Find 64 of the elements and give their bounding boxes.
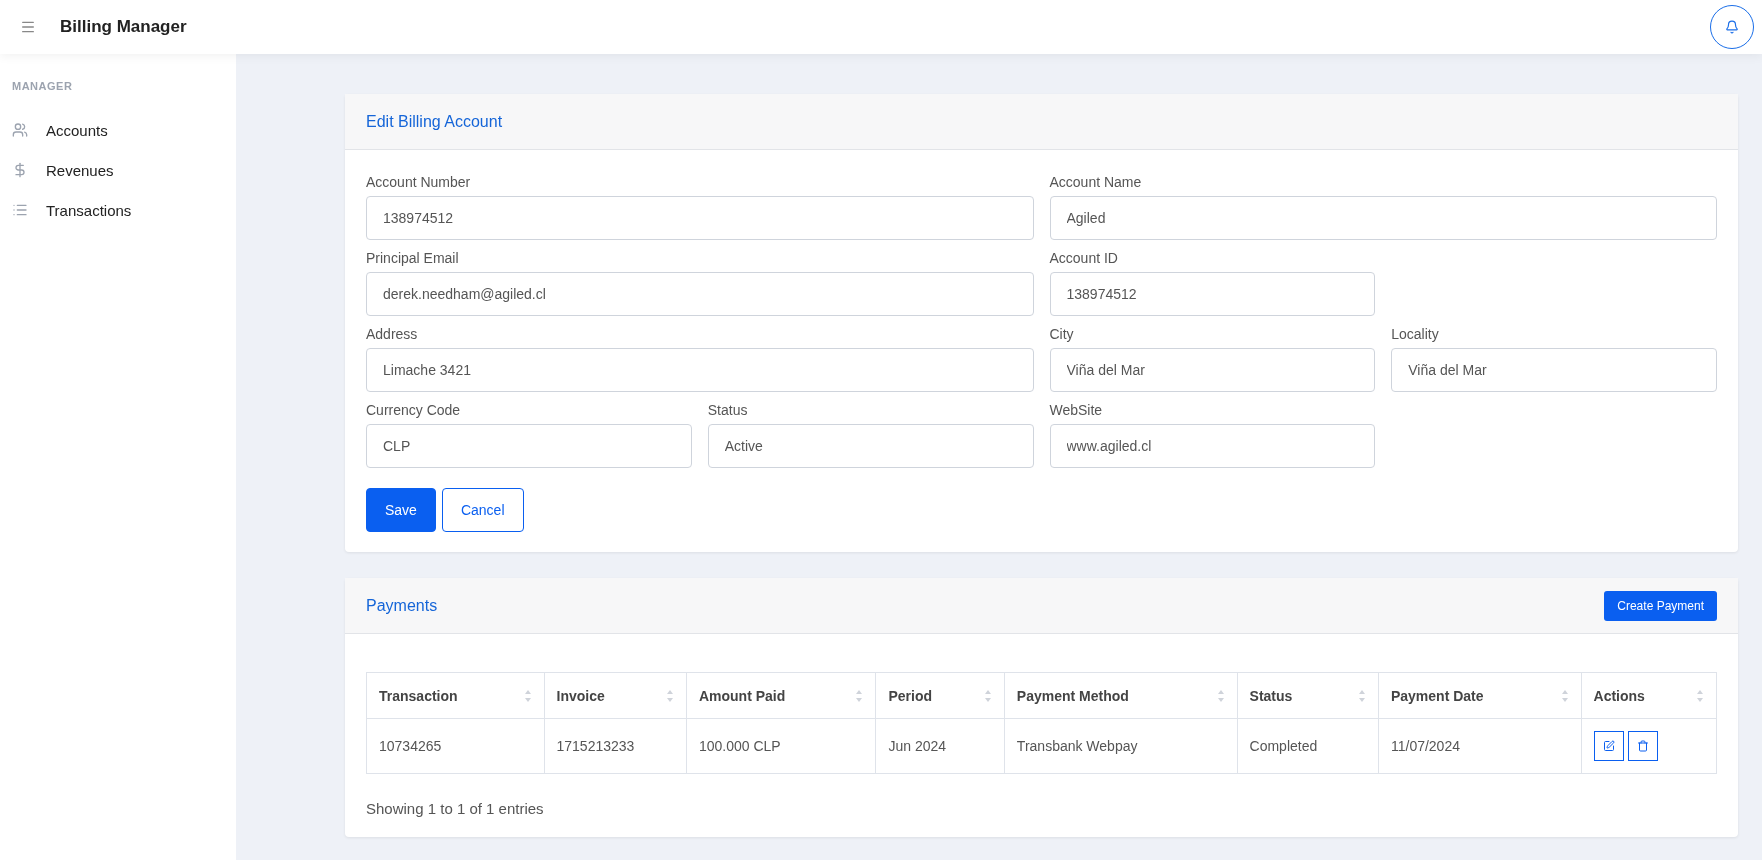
table-cell: Jun 2024	[888, 738, 947, 754]
users-icon	[12, 122, 28, 138]
field-label: Address	[366, 326, 419, 342]
menu-icon[interactable]	[20, 19, 36, 35]
table-cell: 1715213233	[556, 738, 635, 754]
app-title: Billing Manager	[60, 17, 188, 37]
input-field[interactable]: Agiled	[1049, 196, 1717, 240]
trash-icon	[1636, 740, 1649, 752]
dollar-icon	[12, 162, 28, 178]
table-cell: 100.000 CLP	[698, 738, 781, 754]
field-label: Account Number	[366, 174, 472, 190]
column-header[interactable]: Payment Date	[1390, 687, 1484, 704]
field-label: Principal Email	[366, 250, 460, 266]
field-label: Currency Code	[366, 402, 462, 418]
sort-icon[interactable]	[523, 688, 532, 703]
card-title: Payments	[366, 596, 438, 615]
field-label: WebSite	[1049, 402, 1104, 418]
sort-icon[interactable]	[1216, 688, 1225, 703]
input-field[interactable]: Limache 3421	[366, 348, 1034, 392]
column-header[interactable]: Invoice	[556, 687, 605, 704]
card-title: Edit Billing Account	[366, 112, 503, 131]
table-cell: Transbank Webpay	[1016, 738, 1138, 754]
field-label: City	[1049, 326, 1075, 342]
edit-button[interactable]	[1593, 731, 1624, 761]
list-icon	[12, 202, 28, 218]
entries-info: Showing 1 to 1 of 1 entries	[366, 800, 545, 817]
sidebar-item[interactable]: Transactions	[0, 190, 236, 230]
input-field[interactable]: CLP	[366, 424, 692, 468]
field-label: Locality	[1391, 326, 1440, 342]
field-label: Status	[707, 402, 749, 418]
sort-icon[interactable]	[1357, 688, 1366, 703]
delete-button[interactable]	[1627, 731, 1658, 761]
input-field[interactable]: www.agiled.cl	[1049, 424, 1376, 468]
create-payment-button[interactable]: Create Payment	[1604, 590, 1717, 621]
field-label: Account ID	[1049, 250, 1119, 266]
column-header[interactable]: Payment Method	[1016, 687, 1129, 704]
column-header[interactable]: Actions	[1593, 687, 1645, 704]
table-cell: 11/07/2024	[1390, 738, 1460, 754]
sidebar-section-title: MANAGER	[11, 80, 74, 92]
input-field[interactable]: Active	[707, 424, 1034, 468]
notification-button[interactable]	[1710, 5, 1754, 49]
column-header[interactable]: Transaction	[379, 687, 458, 704]
table-cell: Completed	[1249, 738, 1318, 754]
pen-icon	[1602, 740, 1615, 752]
sidebar-item[interactable]: Accounts	[0, 110, 236, 150]
sort-icon[interactable]	[665, 688, 674, 703]
column-header[interactable]: Status	[1249, 687, 1293, 704]
column-header[interactable]: Amount Paid	[698, 687, 786, 704]
input-field[interactable]: derek.needham@agiled.cl	[366, 272, 1034, 316]
sort-icon[interactable]	[855, 688, 864, 703]
sort-icon[interactable]	[983, 688, 992, 703]
bell-icon	[1725, 20, 1739, 34]
table-cell: 10734265	[379, 738, 442, 754]
input-field[interactable]: Viña del Mar	[1049, 348, 1376, 392]
cancel-button[interactable]: Cancel	[441, 488, 524, 532]
sort-icon[interactable]	[1560, 688, 1569, 703]
sort-icon[interactable]	[1696, 688, 1704, 703]
input-field[interactable]: 138974512	[1049, 272, 1376, 316]
input-field[interactable]: Viña del Mar	[1391, 348, 1717, 392]
input-field[interactable]: 138974512	[366, 196, 1034, 240]
column-header[interactable]: Period	[888, 687, 933, 704]
sidebar-item[interactable]: Revenues	[0, 150, 236, 190]
field-label: Account Name	[1049, 174, 1143, 190]
save-button[interactable]: Save	[366, 488, 436, 532]
